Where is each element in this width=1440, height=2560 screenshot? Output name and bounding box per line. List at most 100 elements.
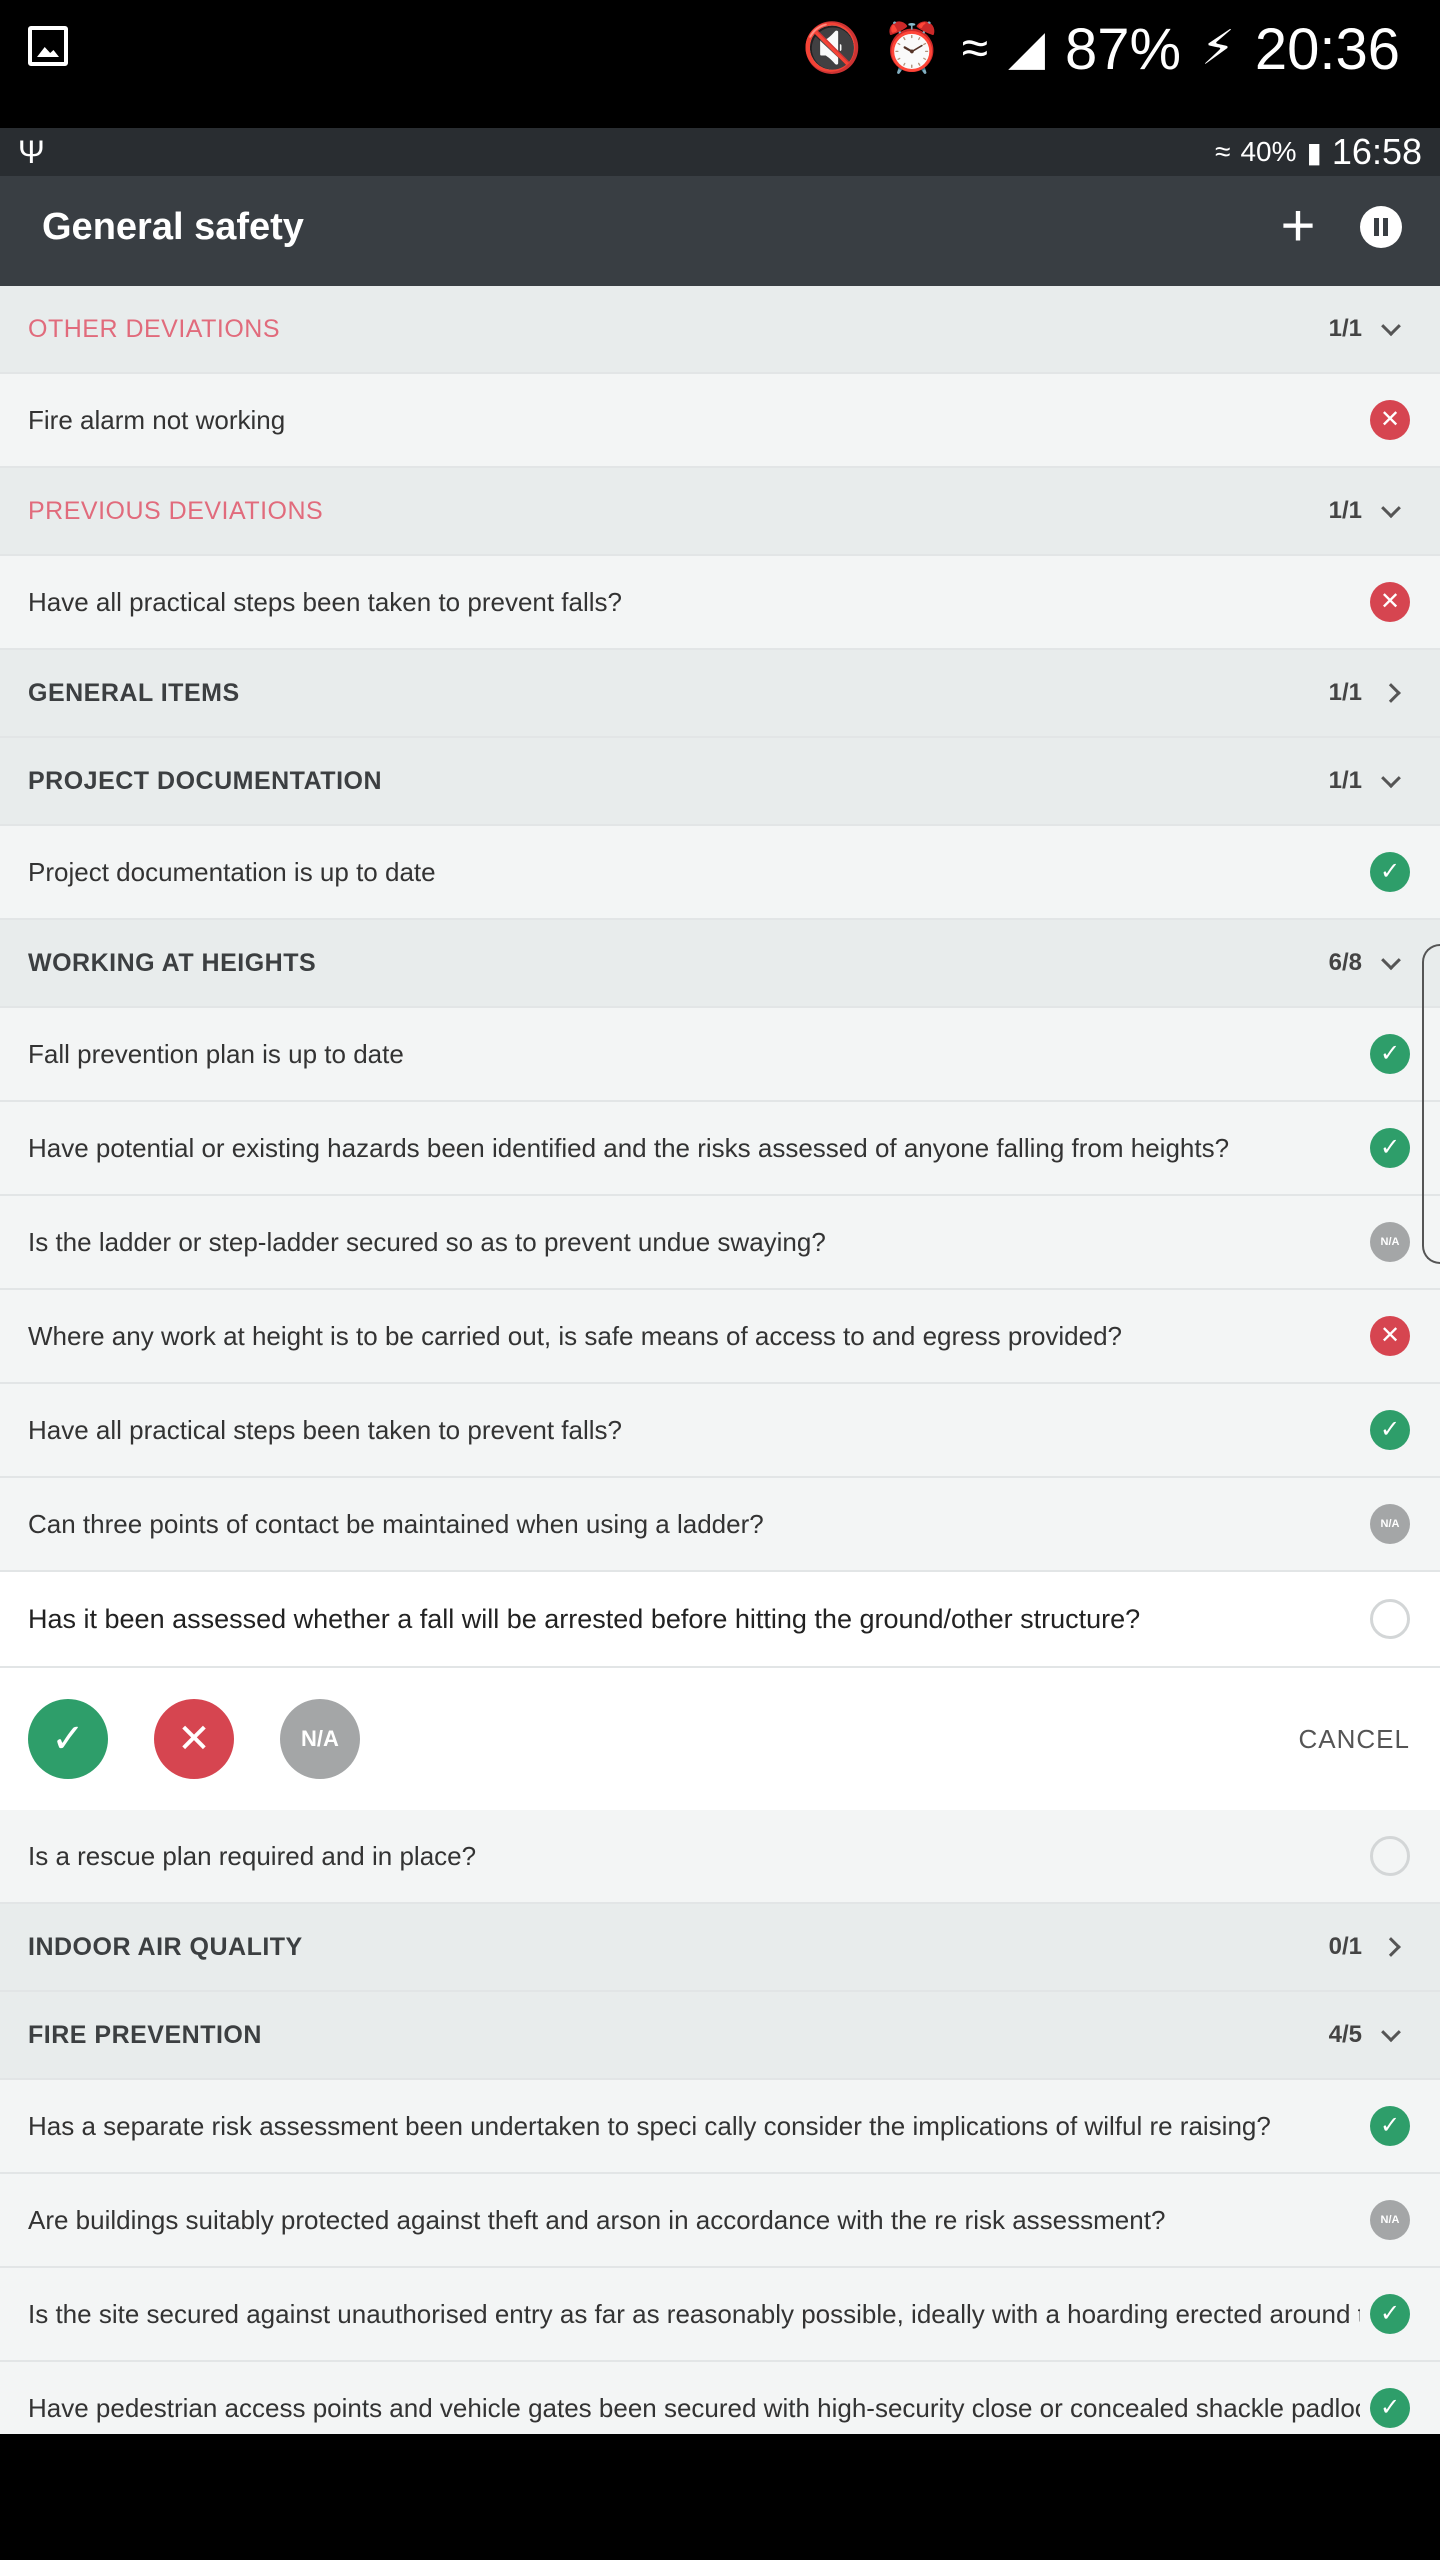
unanswered-icon[interactable] [1370,1599,1410,1639]
close-icon[interactable]: ✕ [1370,400,1410,440]
signal-icon: ◢ [1008,22,1046,75]
checklist-item[interactable]: Fall prevention plan is up to date ✓ [0,1008,1440,1102]
question-text: Are buildings suitably protected against… [28,2204,1166,2235]
checklist-item[interactable]: Has a separate risk assessment been unde… [0,2080,1440,2174]
question-text: Have pedestrian access points and vehicl… [28,2392,1360,2423]
chevron-down-icon[interactable] [1381,2022,1401,2043]
section-title: OTHER DEVIATIONS [28,314,281,343]
check-icon[interactable]: ✓ [1370,2294,1410,2334]
check-icon[interactable]: ✓ [1370,1034,1410,1074]
section-title: PREVIOUS DEVIATIONS [28,496,324,525]
section-count: 1/1 [1328,315,1362,342]
chevron-down-icon[interactable] [1381,316,1401,337]
question-text: Has a separate risk assessment been unde… [28,2110,1271,2141]
question-text: Have all practical steps been taken to p… [28,1414,623,1445]
section-header[interactable]: WORKING AT HEIGHTS 6/8 [0,920,1440,1008]
checklist-item[interactable]: Is the ladder or step-ladder secured so … [0,1196,1440,1290]
question-text: Have potential or existing hazards been … [28,1132,1230,1163]
chevron-down-icon[interactable] [1381,498,1401,519]
wifi-icon: ≈ [961,22,989,75]
na-icon[interactable]: N/A [1370,1504,1410,1544]
device-battery: 87% [1065,16,1182,82]
check-icon[interactable]: ✓ [1370,1128,1410,1168]
battery-icon: ▮ [1306,136,1322,168]
checklist-item[interactable]: Are buildings suitably protected against… [0,2174,1440,2268]
section-header[interactable]: PREVIOUS DEVIATIONS 1/1 [0,468,1440,556]
na-icon[interactable]: N/A [1370,1222,1410,1262]
question-text: Is the site secured against unauthorised… [28,2298,1360,2329]
mute-icon: 🔇 [802,22,863,75]
chevron-right-icon[interactable] [1381,1937,1401,1957]
check-icon[interactable]: ✓ [1370,2106,1410,2146]
answer-no-button[interactable]: ✕ [154,1699,234,1779]
question-text: Fire alarm not working [28,404,286,435]
checklist: OTHER DEVIATIONS 1/1 Fire alarm not workin… [0,286,1440,2434]
checklist-item[interactable]: Is a rescue plan required and in place? [0,1810,1440,1904]
question-text: Fall prevention plan is up to date [28,1038,404,1069]
unanswered-icon[interactable] [1370,1836,1410,1876]
device-status-bar: 🔇 ⏰ ≈ ◢ 87% ⚡ 20:36 [0,0,1440,128]
question-text: Have all practical steps been taken to p… [28,586,623,617]
close-icon[interactable]: ✕ [1370,582,1410,622]
check-icon[interactable]: ✓ [1370,2388,1410,2428]
section-header[interactable]: FIRE PREVENTION 4/5 [0,1992,1440,2080]
close-icon[interactable]: ✕ [1370,1316,1410,1356]
chevron-down-icon[interactable] [1381,950,1401,971]
section-header[interactable]: INDOOR AIR QUALITY 0/1 [0,1904,1440,1992]
battery-charging-icon: ⚡ [1201,22,1235,75]
answer-yes-button[interactable]: ✓ [28,1699,108,1779]
question-text: Is a rescue plan required and in place? [28,1840,477,1871]
section-count: 0/1 [1328,1933,1362,1960]
wifi-icon: ≈ [1215,136,1231,167]
checklist-item[interactable]: Fire alarm not working ✕ [0,374,1440,468]
question-text: Where any work at height is to be carrie… [28,1320,1123,1351]
checklist-item[interactable]: Have all practical steps been taken to p… [0,1384,1440,1478]
question-text: Can three points of contact be maintaine… [28,1508,764,1539]
checklist-item[interactable]: Has it been assessed whether a fall will… [0,1572,1440,1668]
question-text: Project documentation is up to date [28,856,436,887]
checklist-item[interactable]: Where any work at height is to be carrie… [0,1290,1440,1384]
question-text: Is the ladder or step-ladder secured so … [28,1226,826,1257]
answer-na-button[interactable]: N/A [280,1699,360,1779]
na-icon[interactable]: N/A [1370,2200,1410,2240]
checklist-item[interactable]: Project documentation is up to date ✓ [0,826,1440,920]
section-title: INDOOR AIR QUALITY [28,1932,303,1961]
check-icon[interactable]: ✓ [1370,852,1410,892]
checklist-item[interactable]: Can three points of contact be maintaine… [0,1478,1440,1572]
page-title: General safety [42,206,304,248]
section-count: 4/5 [1328,2021,1362,2048]
add-icon[interactable]: + [1270,196,1326,256]
usb-icon: Ψ [18,134,45,170]
checklist-item[interactable]: Have pedestrian access points and vehicl… [0,2362,1440,2434]
question-text: Has it been assessed whether a fall will… [28,1603,1141,1634]
section-title: WORKING AT HEIGHTS [28,948,317,977]
section-title: GENERAL ITEMS [28,678,240,707]
device-time: 20:36 [1254,16,1400,82]
alarm-icon: ⏰ [882,22,942,75]
scroll-handle[interactable] [1422,944,1440,1264]
section-count: 1/1 [1328,679,1362,706]
section-header[interactable]: OTHER DEVIATIONS 1/1 [0,286,1440,374]
app-time: 16:58 [1331,131,1422,172]
pause-icon[interactable] [1360,206,1402,248]
section-count: 1/1 [1328,497,1362,524]
gallery-icon [28,26,68,66]
app-status-bar: Ψ ≈ 40% ▮ 16:58 [0,128,1440,176]
section-header[interactable]: GENERAL ITEMS 1/1 [0,650,1440,738]
section-title: FIRE PREVENTION [28,2020,262,2049]
section-title: PROJECT DOCUMENTATION [28,766,383,795]
cancel-button[interactable]: CANCEL [1299,1668,1410,1810]
answer-actions: ✓ ✕ N/A CANCEL [0,1668,1440,1810]
section-count: 1/1 [1328,767,1362,794]
chevron-right-icon[interactable] [1381,683,1401,703]
section-count: 6/8 [1328,949,1362,976]
bottom-bar [0,2434,1440,2560]
check-icon[interactable]: ✓ [1370,1410,1410,1450]
chevron-down-icon[interactable] [1381,768,1401,789]
app-battery: 40% [1240,136,1297,167]
checklist-item[interactable]: Have all practical steps been taken to p… [0,556,1440,650]
checklist-item[interactable]: Is the site secured against unauthorised… [0,2268,1440,2362]
checklist-item[interactable]: Have potential or existing hazards been … [0,1102,1440,1196]
app-toolbar: General safety + [0,176,1440,286]
section-header[interactable]: PROJECT DOCUMENTATION 1/1 [0,738,1440,826]
